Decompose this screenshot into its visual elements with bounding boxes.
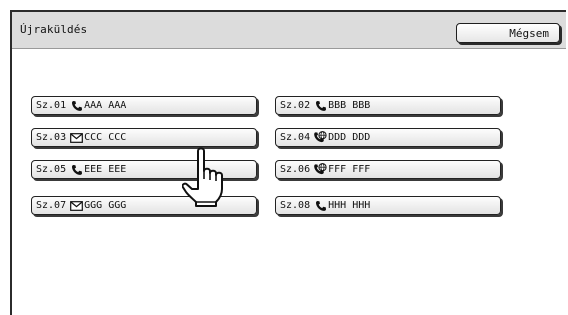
destination-number: Sz.04 bbox=[280, 132, 311, 143]
destination-button-02[interactable]: Sz.02 BBB BBB bbox=[275, 96, 501, 115]
screen-title: Újraküldés bbox=[20, 23, 88, 36]
phone-icon bbox=[314, 200, 327, 212]
destination-name: GGG GGG bbox=[84, 200, 127, 211]
resend-screen: Újraküldés Mégsem Sz.01 AAA AAA Sz.02 BB… bbox=[10, 10, 566, 315]
destination-button-08[interactable]: Sz.08 HHH HHH bbox=[275, 196, 501, 215]
destination-button-01[interactable]: Sz.01 AAA AAA bbox=[31, 96, 257, 115]
globe-phone-icon bbox=[314, 131, 327, 144]
destination-number: Sz.07 bbox=[36, 200, 67, 211]
globe-phone-icon bbox=[314, 163, 327, 176]
destination-number: Sz.06 bbox=[280, 164, 311, 175]
destination-number: Sz.01 bbox=[36, 100, 67, 111]
destination-button-06[interactable]: Sz.06 FFF FFF bbox=[275, 160, 501, 179]
destination-number: Sz.02 bbox=[280, 100, 311, 111]
destination-name: BBB BBB bbox=[328, 100, 371, 111]
destination-button-04[interactable]: Sz.04 DDD DDD bbox=[275, 128, 501, 147]
destination-name: EEE EEE bbox=[84, 164, 127, 175]
destination-number: Sz.08 bbox=[280, 200, 311, 211]
destination-name: HHH HHH bbox=[328, 200, 371, 211]
destination-number: Sz.03 bbox=[36, 132, 67, 143]
destination-number: Sz.05 bbox=[36, 164, 67, 175]
destination-name: AAA AAA bbox=[84, 100, 127, 111]
envelope-icon bbox=[70, 200, 84, 212]
destination-name: DDD DDD bbox=[328, 132, 371, 143]
cancel-button[interactable]: Mégsem bbox=[456, 23, 560, 43]
phone-icon bbox=[70, 100, 83, 112]
pointing-hand-icon bbox=[181, 145, 242, 209]
destination-name: FFF FFF bbox=[328, 164, 371, 175]
phone-icon bbox=[314, 100, 327, 112]
phone-icon bbox=[70, 164, 83, 176]
title-bar: Újraküldés Mégsem bbox=[12, 12, 566, 49]
destination-name: CCC CCC bbox=[84, 132, 127, 143]
envelope-icon bbox=[70, 132, 84, 144]
